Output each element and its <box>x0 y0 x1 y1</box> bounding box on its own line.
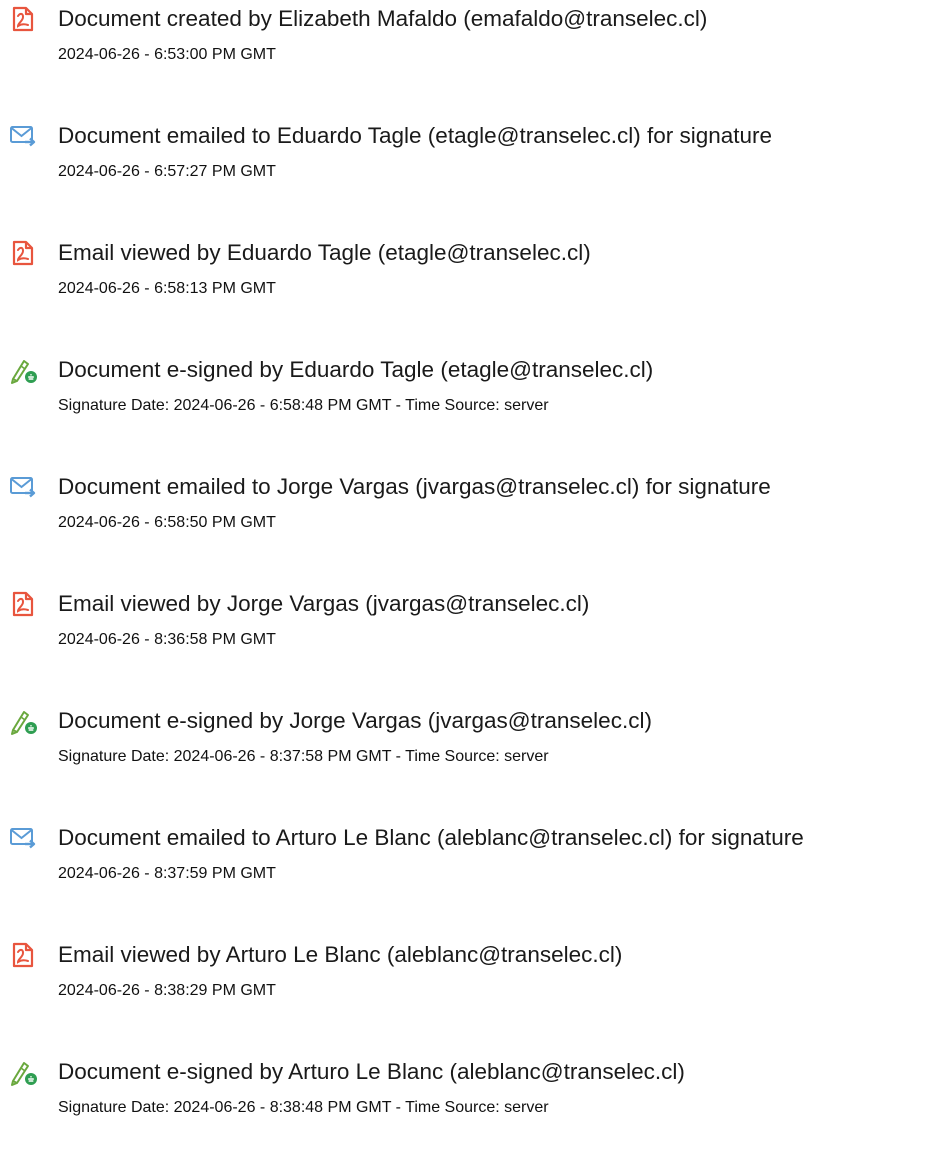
audit-event-row: Document e-signed by Eduardo Tagle (etag… <box>0 355 942 455</box>
email-sent-icon <box>8 472 38 502</box>
email-viewed-icon <box>8 940 38 970</box>
event-title: Document emailed to Arturo Le Blanc (ale… <box>58 825 804 850</box>
audit-event-row: Document e-signed by Arturo Le Blanc (al… <box>0 1057 942 1157</box>
document-created-icon <box>8 4 38 34</box>
audit-event-row: Email viewed by Eduardo Tagle (etagle@tr… <box>0 238 942 338</box>
audit-event-row: Document created by Elizabeth Mafaldo (e… <box>0 4 942 104</box>
event-title: Email viewed by Jorge Vargas (jvargas@tr… <box>58 591 590 616</box>
event-timestamp: 2024-06-26 - 8:37:59 PM GMT <box>58 865 276 882</box>
event-title: Document emailed to Eduardo Tagle (etagl… <box>58 123 773 148</box>
event-title: Email viewed by Eduardo Tagle (etagle@tr… <box>58 240 591 265</box>
email-sent-icon <box>8 121 38 151</box>
audit-event-row: Document emailed to Arturo Le Blanc (ale… <box>0 823 942 923</box>
event-title: Document emailed to Jorge Vargas (jvarga… <box>58 474 771 499</box>
event-timestamp: Signature Date: 2024-06-26 - 8:37:58 PM … <box>58 748 549 765</box>
email-sent-icon <box>8 823 38 853</box>
audit-event-row: Document emailed to Eduardo Tagle (etagl… <box>0 121 942 221</box>
audit-event-row: Email viewed by Arturo Le Blanc (aleblan… <box>0 940 942 1040</box>
event-timestamp: Signature Date: 2024-06-26 - 8:38:48 PM … <box>58 1099 549 1116</box>
event-timestamp: Signature Date: 2024-06-26 - 6:58:48 PM … <box>58 397 549 414</box>
event-timestamp: 2024-06-26 - 8:38:29 PM GMT <box>58 982 276 999</box>
event-timestamp: 2024-06-26 - 6:57:27 PM GMT <box>58 163 276 180</box>
event-title: Document created by Elizabeth Mafaldo (e… <box>58 6 708 31</box>
event-timestamp: 2024-06-26 - 8:36:58 PM GMT <box>58 631 276 648</box>
event-timestamp: 2024-06-26 - 6:53:00 PM GMT <box>58 46 276 63</box>
e-signature-pen-icon <box>8 706 38 736</box>
email-viewed-icon <box>8 589 38 619</box>
email-viewed-icon <box>8 238 38 268</box>
audit-event-row: Document e-signed by Jorge Vargas (jvarg… <box>0 706 942 806</box>
event-timestamp: 2024-06-26 - 6:58:13 PM GMT <box>58 280 276 297</box>
audit-event-row: Email viewed by Jorge Vargas (jvargas@tr… <box>0 589 942 689</box>
event-title: Document e-signed by Arturo Le Blanc (al… <box>58 1059 685 1084</box>
e-signature-pen-icon <box>8 355 38 385</box>
audit-event-row: Document emailed to Jorge Vargas (jvarga… <box>0 472 942 572</box>
e-signature-pen-icon <box>8 1057 38 1087</box>
event-title: Email viewed by Arturo Le Blanc (aleblan… <box>58 942 623 967</box>
event-title: Document e-signed by Jorge Vargas (jvarg… <box>58 708 652 733</box>
event-title: Document e-signed by Eduardo Tagle (etag… <box>58 357 654 382</box>
event-timestamp: 2024-06-26 - 6:58:50 PM GMT <box>58 514 276 531</box>
